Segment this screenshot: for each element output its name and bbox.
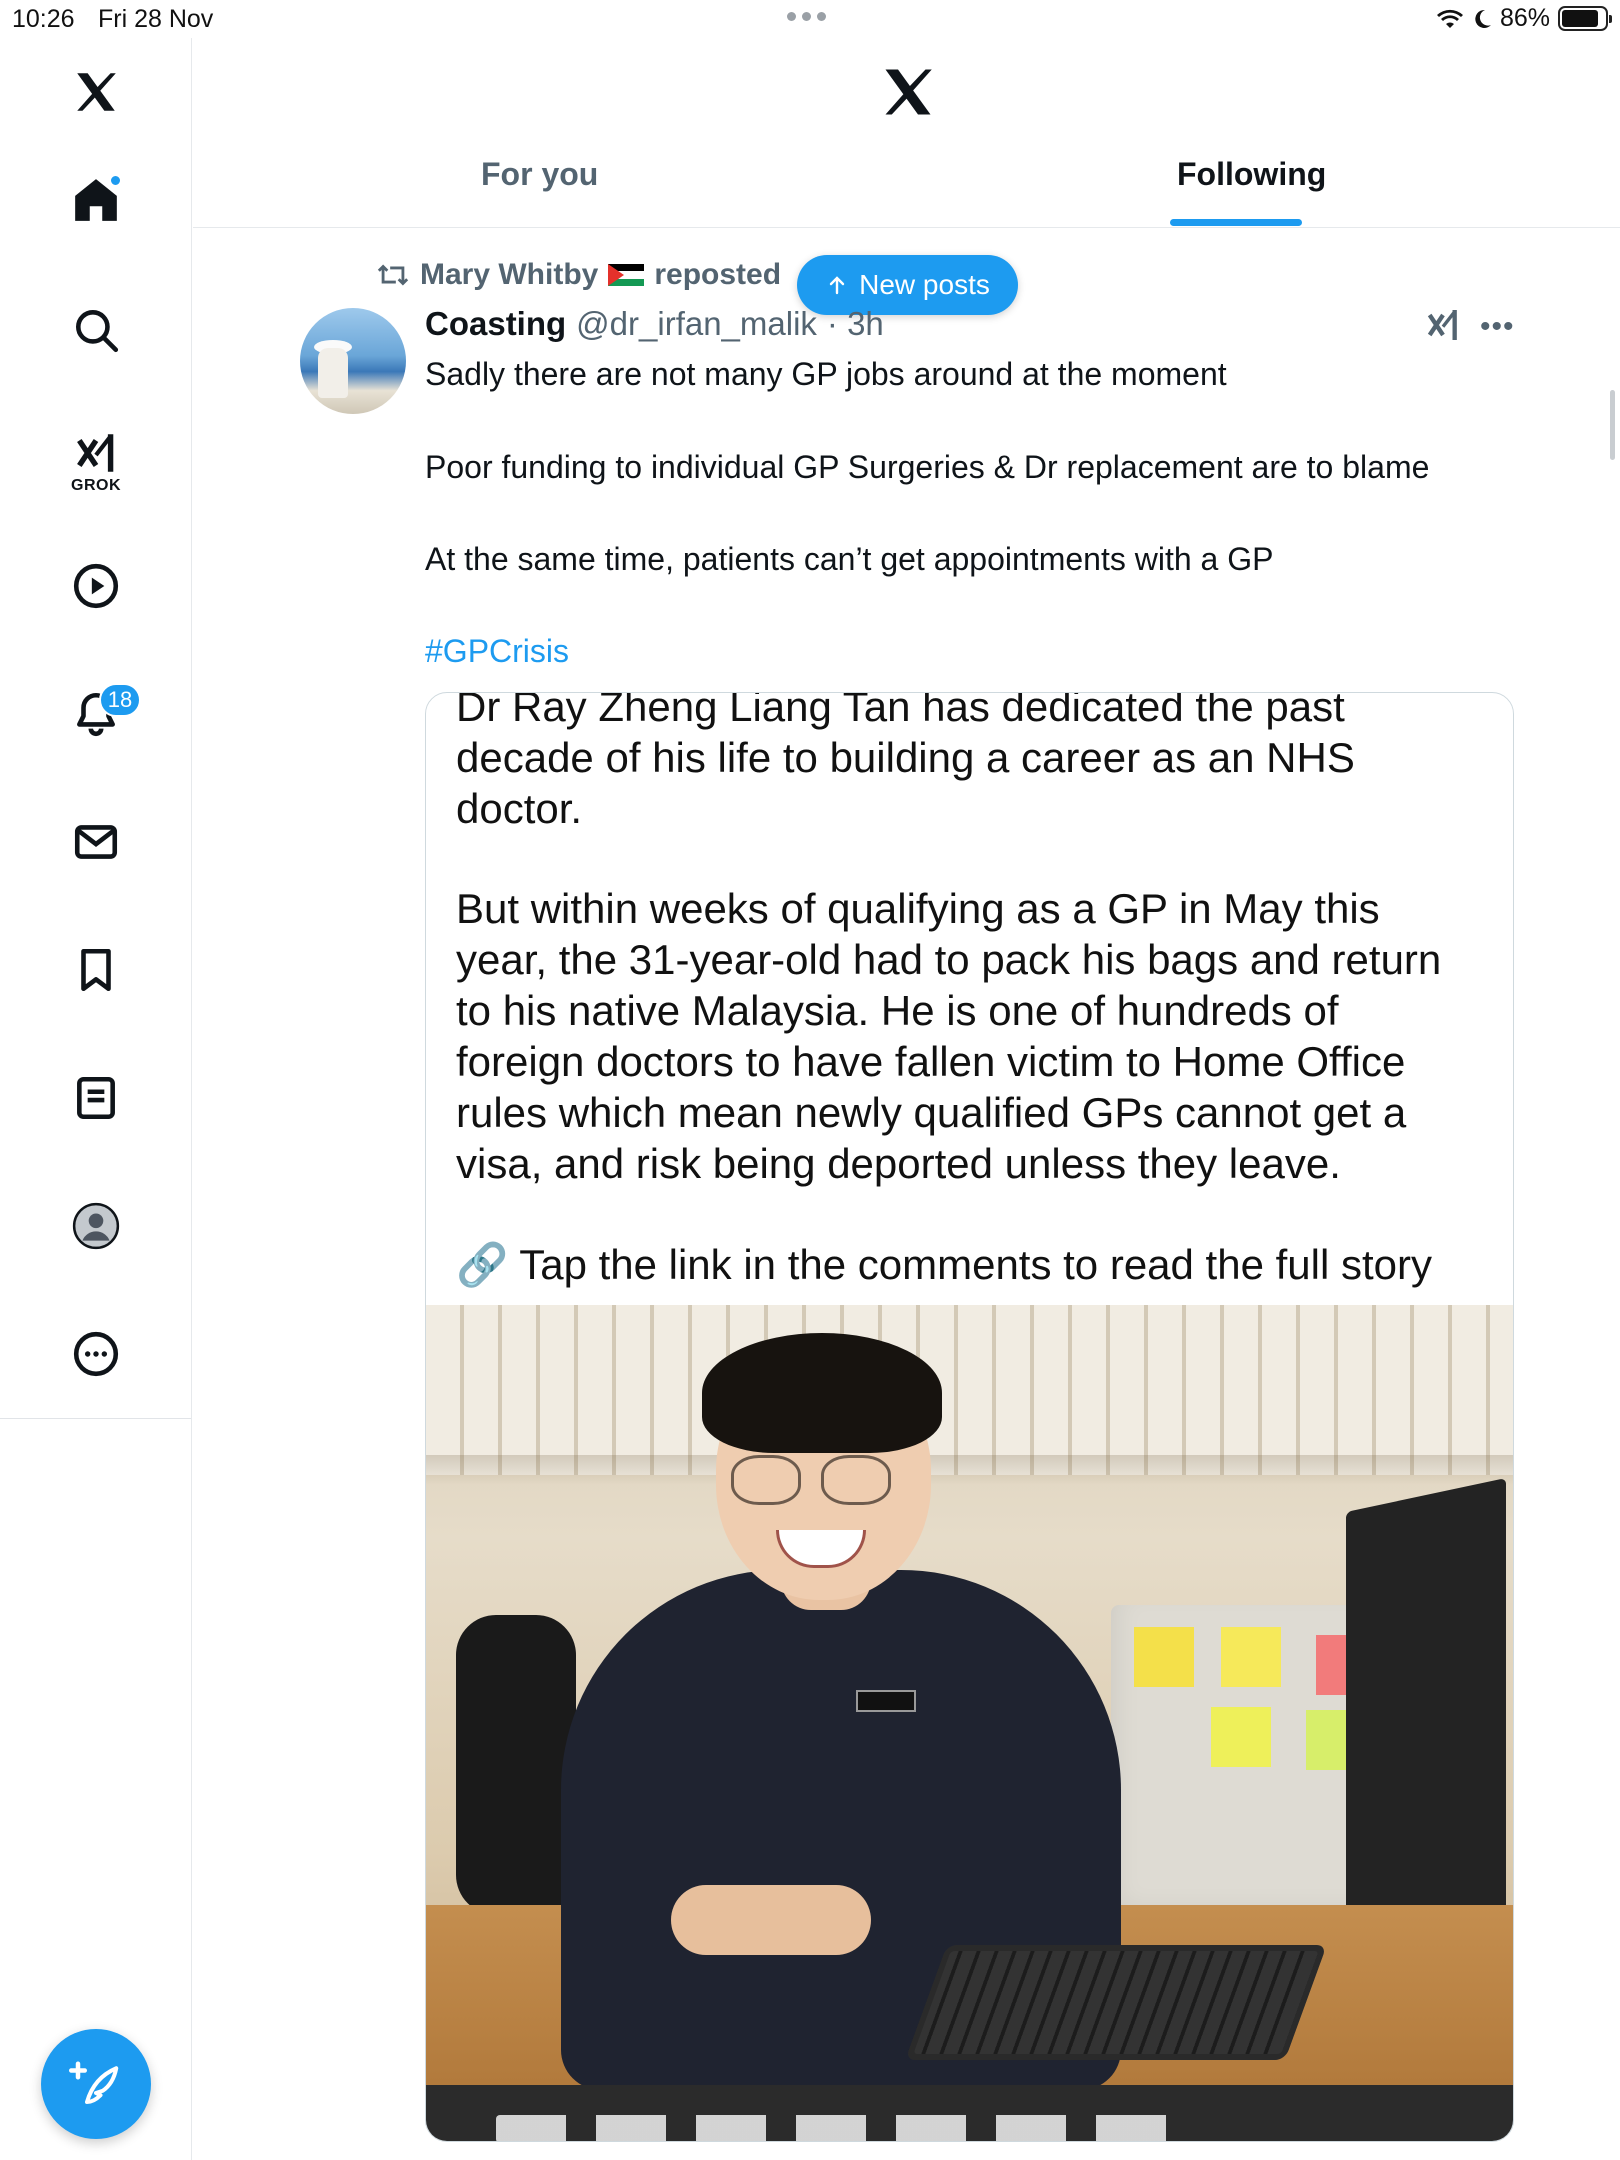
status-bar: 10:26 Fri 28 Nov 86% (0, 0, 1620, 38)
sidebar-item-profile[interactable] (66, 1196, 126, 1256)
avatar-icon (72, 1202, 120, 1250)
sidebar-item-messages[interactable] (66, 812, 126, 872)
media-text-line: But within weeks of qualifying as a GP i… (456, 885, 1380, 932)
status-date: Fri 28 Nov (98, 5, 214, 33)
compose-icon (69, 2061, 119, 2105)
media-text-line: visa, and risk being deported unless the… (456, 1140, 1341, 1187)
bookmark-icon (81, 948, 111, 992)
media-text-line: decade of his life to building a career … (456, 734, 1355, 781)
home-unread-dot (109, 174, 122, 187)
battery-icon (1558, 6, 1612, 31)
post-paragraph: Sadly there are not many GP jobs around … (425, 356, 1227, 392)
photo-caption-bar (426, 2085, 1513, 2141)
repost-suffix: reposted (654, 258, 782, 291)
post-time[interactable]: · 3h (827, 305, 884, 343)
media-text-line: rules which mean newly qualified GPs can… (456, 1089, 1407, 1136)
arrow-up-icon (829, 276, 845, 295)
sidebar-item-more[interactable] (66, 1324, 126, 1384)
timeline-header: For you Following (193, 38, 1620, 228)
post-paragraph: Poor funding to individual GP Surgeries … (425, 449, 1430, 485)
compose-button[interactable] (41, 2029, 151, 2139)
post-more-icon[interactable]: ••• (1480, 310, 1515, 344)
status-indicators: 86% (1436, 4, 1612, 33)
list-icon (77, 1076, 115, 1120)
media-text-line: to his native Malaysia. He is one of hun… (456, 987, 1339, 1034)
media-text-line: 🔗 Tap the link in the comments to read t… (456, 1241, 1432, 1288)
more-circle-icon (73, 1331, 119, 1377)
doctor-photo (426, 1305, 1513, 2085)
scrollbar-thumb[interactable] (1610, 390, 1615, 460)
search-icon (76, 310, 119, 353)
envelope-icon (74, 825, 118, 859)
post-author[interactable]: Coasting @dr_irfan_malik · 3h (425, 305, 884, 343)
author-avatar[interactable] (300, 308, 406, 414)
sidebar-item-lists[interactable] (66, 1068, 126, 1128)
sidebar-divider (0, 1418, 191, 1419)
palestine-flag-emoji (608, 264, 645, 286)
post-hashtag[interactable]: #GPCrisis (425, 633, 569, 670)
sidebar-item-grok[interactable] (66, 423, 126, 483)
sidebar-nav: GROK 18 (0, 38, 192, 2160)
media-text-line: doctor. (456, 785, 583, 832)
media-text-line: foreign doctors to have fallen victim to… (456, 1038, 1406, 1085)
tab-following[interactable]: Following (1177, 156, 1326, 193)
media-text-line: Dr Ray Zheng Liang Tan has dedicated the… (456, 692, 1345, 730)
post-paragraph: At the same time, patients can’t get app… (425, 541, 1274, 577)
sidebar-item-bookmarks[interactable] (66, 940, 126, 1000)
notifications-badge: 18 (99, 683, 141, 717)
new-posts-label: New posts (859, 269, 990, 300)
post-media[interactable]: Dr Ray Zheng Liang Tan has dedicated the… (425, 692, 1514, 2142)
grok-label: GROK (71, 477, 121, 494)
active-tab-indicator (1170, 219, 1302, 226)
sidebar-item-search[interactable] (66, 300, 126, 360)
play-circle-icon (73, 563, 119, 609)
sidebar-item-home[interactable] (66, 170, 126, 230)
grok-icon[interactable] (1423, 305, 1463, 345)
x-logo-icon[interactable] (878, 62, 938, 122)
battery-percent: 86% (1499, 4, 1550, 32)
status-time: 10:26 (12, 5, 75, 33)
wifi-icon (1436, 9, 1463, 28)
repost-context[interactable]: Mary Whitby reposted (376, 258, 781, 292)
author-name[interactable]: Coasting (425, 305, 566, 343)
grok-icon (77, 434, 114, 472)
moon-icon (1475, 9, 1491, 28)
repost-icon (377, 264, 409, 286)
x-logo-icon[interactable] (66, 62, 126, 122)
sidebar-item-video[interactable] (66, 556, 126, 616)
tab-for-you[interactable]: For you (481, 156, 598, 193)
repost-by: Mary Whitby (420, 258, 599, 291)
multitasking-dots-icon[interactable] (787, 12, 826, 21)
author-handle[interactable]: @dr_irfan_malik (576, 305, 817, 343)
media-text-line: year, the 31-year-old had to pack his ba… (456, 936, 1442, 983)
